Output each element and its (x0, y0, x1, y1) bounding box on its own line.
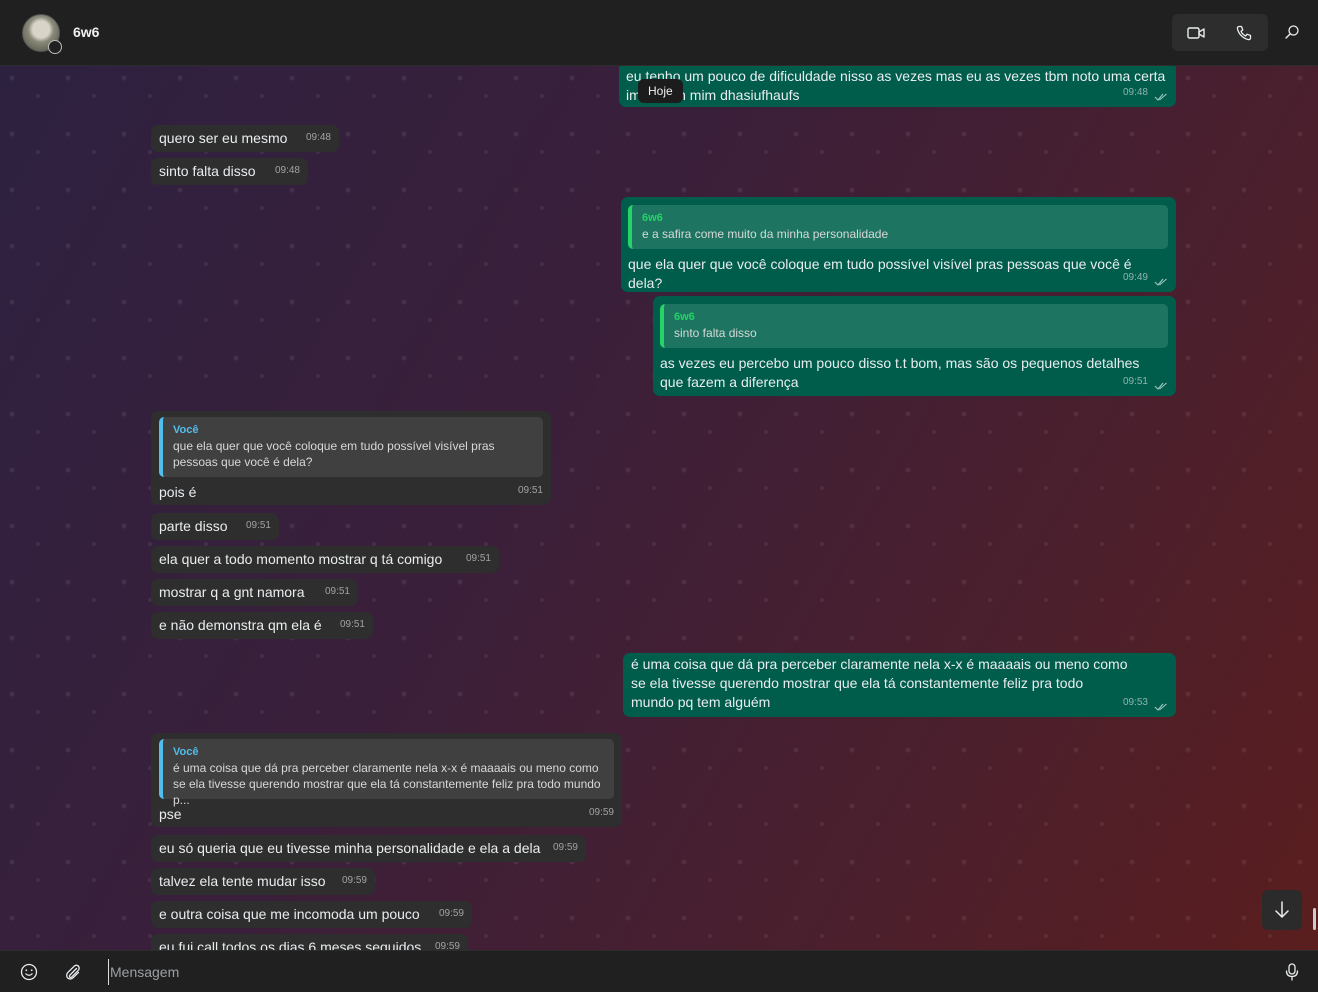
message-incoming[interactable]: parte disso 09:51 (151, 513, 279, 540)
double-check-icon (1154, 278, 1167, 286)
double-check-icon (1154, 703, 1167, 711)
voice-call-button[interactable] (1220, 14, 1268, 51)
message-time: 09:48 (305, 132, 331, 143)
emoji-button[interactable] (19, 962, 39, 982)
message-time: 09:59 (341, 875, 367, 886)
call-buttons (1172, 14, 1268, 51)
voice-message-button[interactable] (1282, 962, 1302, 982)
message-time: 09:51 (1122, 376, 1148, 387)
message-text: pois é (159, 484, 197, 500)
scrollbar-thumb[interactable] (1313, 908, 1316, 930)
video-call-button[interactable] (1172, 14, 1220, 51)
emoji-icon (20, 963, 38, 981)
quoted-message[interactable]: Você que ela quer que você coloque em tu… (159, 417, 543, 477)
quote-text: que ela quer que você coloque em tudo po… (173, 439, 495, 469)
message-incoming[interactable]: ela quer a todo momento mostrar q tá com… (151, 546, 499, 573)
message-incoming[interactable]: quero ser eu mesmo 09:48 (151, 125, 339, 152)
message-list[interactable]: eu tenho um pouco de dificuldade nisso a… (0, 66, 1318, 950)
chat-header: 6w6 (0, 0, 1318, 66)
search-icon (1285, 25, 1299, 39)
quoted-message[interactable]: Você é uma coisa que dá pra perceber cla… (159, 739, 614, 807)
message-text: é uma coisa que dá pra perceber claramen… (631, 656, 1128, 710)
quote-author: 6w6 (642, 212, 663, 224)
message-time: 09:51 (465, 553, 491, 564)
message-incoming[interactable]: talvez ela tente mudar isso 09:59 (151, 868, 375, 895)
video-camera-icon (1187, 26, 1205, 39)
quote-text: é uma coisa que dá pra perceber claramen… (173, 761, 601, 807)
compose-bar (0, 950, 1318, 992)
quote-author: Você (173, 746, 199, 758)
quote-author: 6w6 (674, 311, 695, 323)
message-text: as vezes eu percebo um pouco disso t.t b… (660, 355, 1140, 390)
message-time: 09:51 (339, 619, 365, 630)
message-outgoing[interactable]: eu tenho um pouco de dificuldade nisso a… (619, 66, 1176, 107)
message-text: talvez ela tente mudar isso (159, 873, 326, 889)
message-time: 09:59 (552, 842, 578, 853)
double-check-icon (1154, 93, 1167, 101)
message-incoming[interactable]: e não demonstra qm ela é 09:51 (151, 612, 373, 639)
message-text: mostrar q a gnt namora (159, 584, 305, 600)
message-time: 09:48 (274, 165, 300, 176)
message-time: 09:49 (1122, 272, 1148, 283)
message-incoming[interactable]: Você que ela quer que você coloque em tu… (151, 411, 551, 505)
message-time: 09:51 (517, 485, 543, 496)
message-text: eu tenho um pouco de dificuldade nisso a… (626, 68, 1166, 103)
message-text: e não demonstra qm ela é (159, 617, 322, 633)
quote-author: Você (173, 424, 199, 436)
message-time: 09:59 (438, 908, 464, 919)
paperclip-icon (66, 964, 80, 980)
phone-icon (1236, 25, 1252, 40)
quote-text: e a safira come muito da minha personali… (642, 227, 889, 241)
message-outgoing[interactable]: 6w6 sinto falta disso as vezes eu perceb… (653, 296, 1176, 396)
date-chip: Hoje (638, 79, 683, 103)
message-text: e outra coisa que me incomoda um pouco (159, 906, 420, 922)
quote-text: sinto falta disso (674, 326, 757, 340)
message-time: 09:59 (588, 807, 614, 818)
message-incoming[interactable]: sinto falta disso 09:48 (151, 158, 308, 185)
attach-button[interactable] (63, 962, 83, 982)
message-text: que ela quer que você coloque em tudo po… (628, 256, 1132, 291)
message-incoming[interactable]: eu só queria que eu tivesse minha person… (151, 835, 586, 862)
microphone-icon (1285, 963, 1299, 981)
double-check-icon (1154, 382, 1167, 390)
message-incoming[interactable]: mostrar q a gnt namora 09:51 (151, 579, 358, 606)
arrow-down-icon (1275, 901, 1289, 918)
message-time: 09:51 (324, 586, 350, 597)
message-text: eu só queria que eu tivesse minha person… (159, 840, 541, 856)
status-icon (48, 40, 62, 54)
search-button[interactable] (1276, 16, 1308, 48)
message-time: 09:59 (434, 941, 460, 950)
message-outgoing[interactable]: é uma coisa que dá pra perceber claramen… (623, 653, 1176, 717)
message-incoming[interactable]: eu fui call todos os dias 6 meses seguid… (151, 934, 468, 950)
contact-name[interactable]: 6w6 (73, 24, 99, 40)
message-incoming[interactable]: Você é uma coisa que dá pra perceber cla… (151, 733, 622, 827)
message-time: 09:53 (1122, 697, 1148, 708)
message-incoming[interactable]: e outra coisa que me incomoda um pouco 0… (151, 901, 472, 928)
message-text: eu fui call todos os dias 6 meses seguid… (159, 939, 422, 950)
message-time: 09:51 (245, 520, 271, 531)
quoted-message[interactable]: 6w6 e a safira come muito da minha perso… (628, 205, 1168, 249)
quoted-message[interactable]: 6w6 sinto falta disso (660, 304, 1168, 348)
scroll-to-bottom-button[interactable] (1262, 890, 1302, 930)
message-outgoing[interactable]: 6w6 e a safira come muito da minha perso… (621, 197, 1176, 292)
message-text: ela quer a todo momento mostrar q tá com… (159, 551, 443, 567)
message-input[interactable] (108, 959, 1258, 985)
message-text: pse (159, 806, 182, 822)
message-time: 09:48 (1122, 87, 1148, 98)
